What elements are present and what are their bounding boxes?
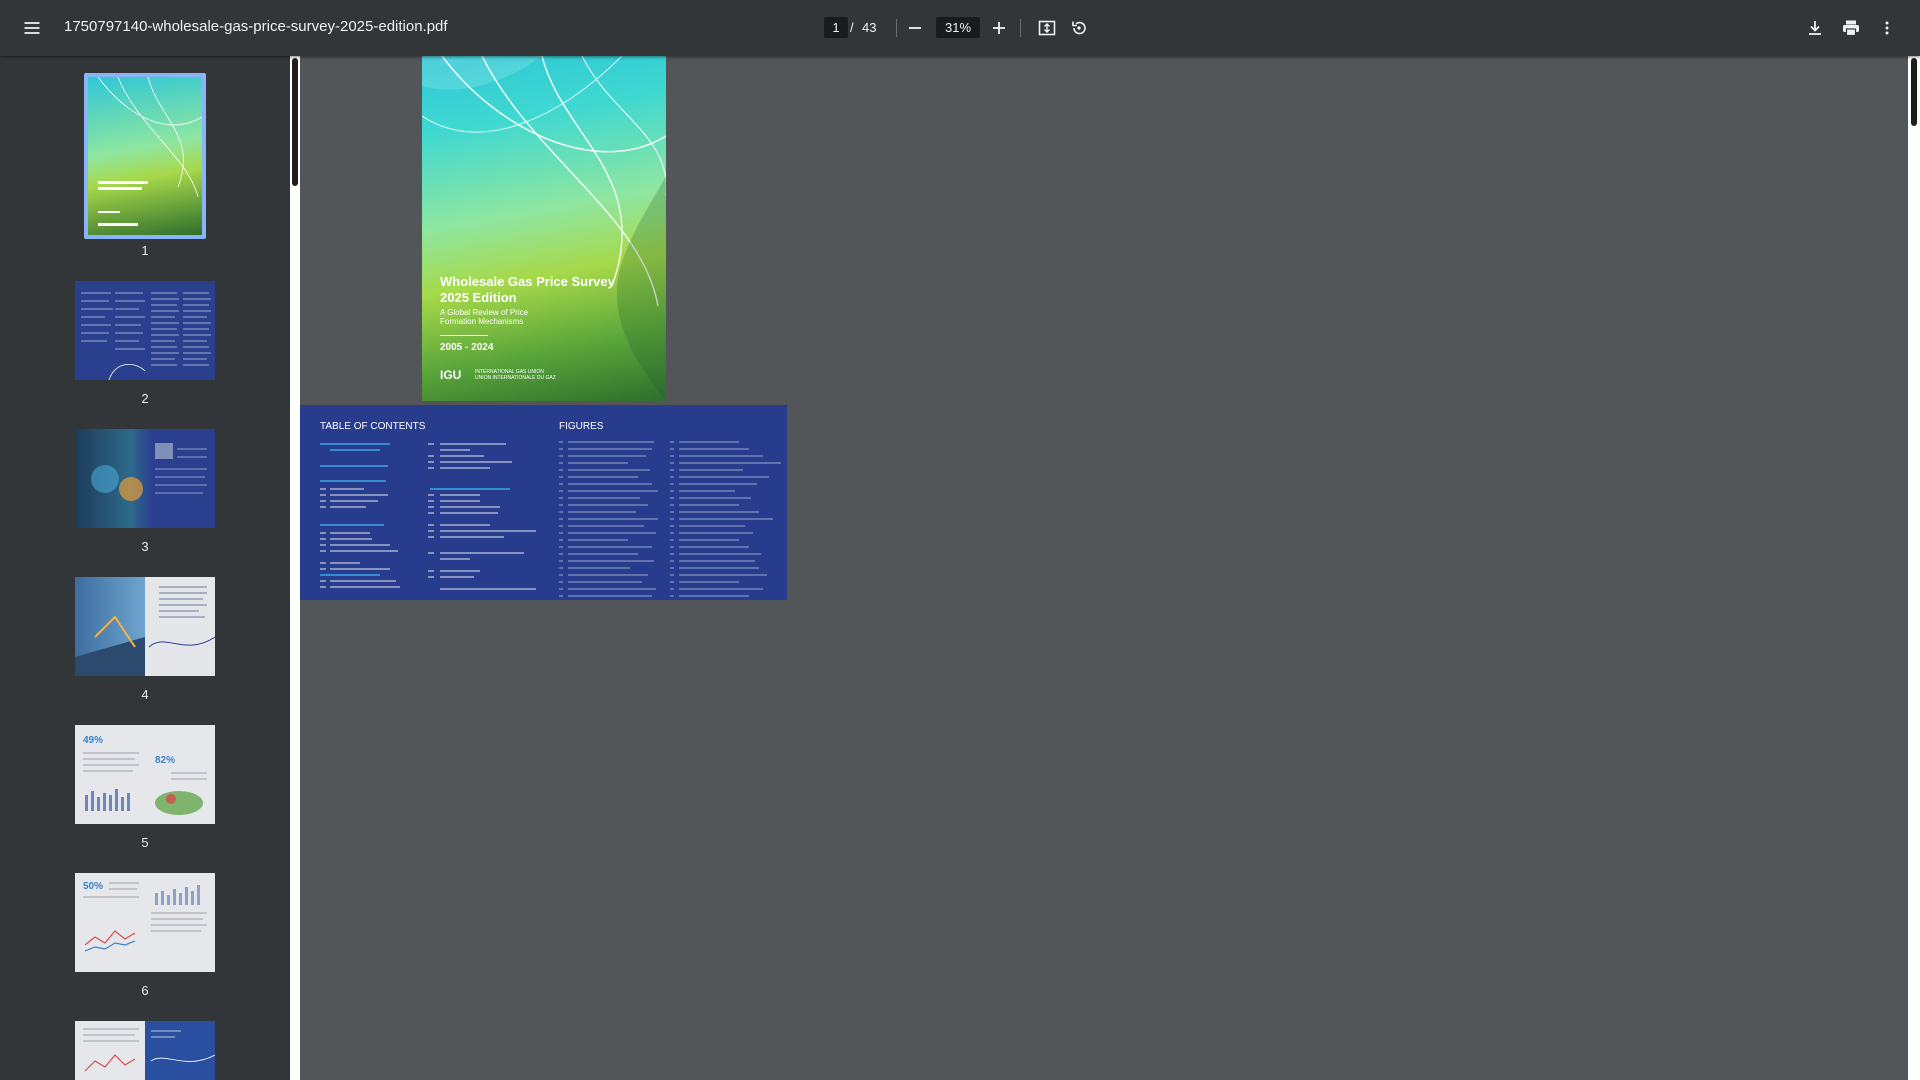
page-total: 43 [862,20,877,35]
fit-page-icon[interactable] [1031,12,1063,44]
thumbnail-image [75,1021,215,1080]
menu-icon[interactable] [16,12,48,44]
divider [896,19,897,37]
more-vert-icon[interactable] [1871,12,1903,44]
thumbnail-page-2[interactable] [75,281,215,380]
page-number-input[interactable]: 1 [824,17,848,38]
thumbnail-image [88,77,202,235]
sidebar-scrollbar[interactable] [290,56,300,1080]
thumbnail-page-1[interactable] [84,73,206,239]
zoom-out-icon[interactable] [899,12,931,44]
zoom-input[interactable]: 31% [936,17,980,38]
thumbnail-image: 49% 82% [75,725,215,824]
thumbnail-page-number: 6 [141,983,149,998]
pdf-page-2: TABLE OF CONTENTS FIGURES [300,405,787,600]
cover-title: Wholesale Gas Price Survey 2025 Edition [440,274,615,305]
document-title: 1750797140-wholesale-gas-price-survey-20… [64,18,448,35]
thumbnail-image [75,577,215,676]
thumbnail-page-4[interactable] [75,577,215,676]
toc-text-lines [320,441,781,597]
download-icon[interactable] [1799,12,1831,44]
thumbnail-page-3[interactable] [75,429,215,528]
thumbnail-page-number: 4 [141,687,149,702]
cover-rule [440,335,488,336]
svg-text:50%: 50% [83,881,103,892]
thumbnail-page-number: 3 [141,539,149,554]
svg-text:49%: 49% [83,735,103,746]
document-viewer[interactable]: Wholesale Gas Price Survey 2025 Edition … [300,56,1908,1080]
scrollbar-thumb[interactable] [1911,58,1917,126]
scrollbar-thumb[interactable] [292,58,298,186]
rotate-icon[interactable] [1063,12,1095,44]
pdf-toolbar: 1750797140-wholesale-gas-price-survey-20… [0,0,1920,56]
thumbnail-page-6[interactable]: 50% [75,873,215,972]
pdf-page-1: Wholesale Gas Price Survey 2025 Edition … [422,56,666,401]
divider [1020,19,1021,37]
thumbnail-image [75,281,215,380]
page-separator: / [850,20,854,35]
thumbnail-page-number: 1 [141,243,149,258]
print-icon[interactable] [1835,12,1867,44]
zoom-in-icon[interactable] [983,12,1015,44]
thumbnail-page-5[interactable]: 49% 82% [75,725,215,824]
svg-text:82%: 82% [155,755,175,766]
thumbnail-image: 50% [75,873,215,972]
thumbnail-image [75,429,215,528]
thumbnail-sidebar: 1 2 3 4 49% 82% 5 50% 6 [0,56,290,1080]
viewer-scrollbar[interactable] [1908,56,1920,1080]
cover-subtitle: A Global Review of Price Formation Mecha… [440,308,529,326]
organization-name-fr: UNION INTERNATIONALE DU GAZ [475,375,556,381]
cover-years: 2005 - 2024 [440,342,494,353]
thumbnail-page-7[interactable] [75,1021,215,1080]
thumbnail-page-number: 2 [141,391,149,406]
thumbnail-page-number: 5 [141,835,149,850]
organization-name: INTERNATIONAL GAS UNION UNION INTERNATIO… [475,369,556,381]
igu-logo: IGU [440,368,462,382]
